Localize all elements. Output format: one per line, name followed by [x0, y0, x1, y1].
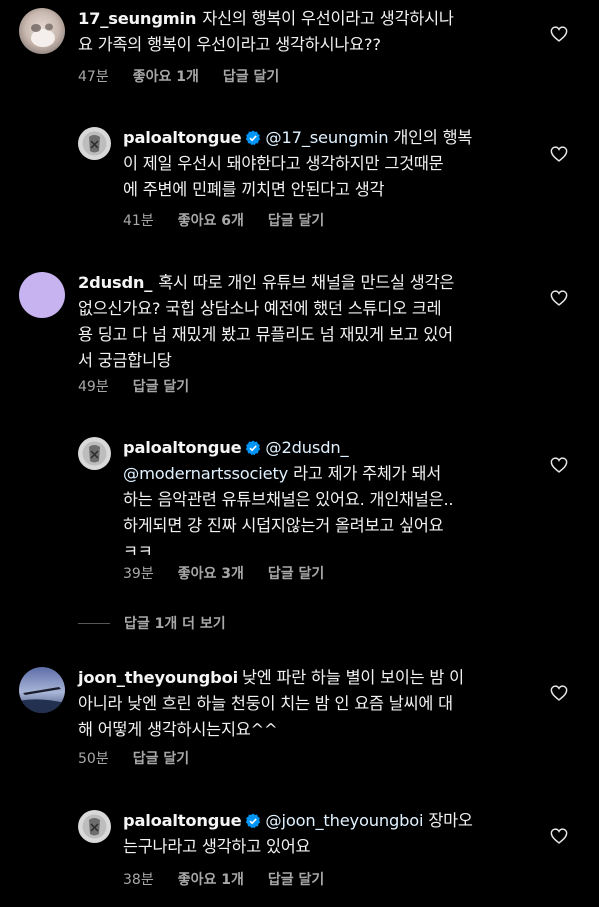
comment-meta: 50분 답글 달기 — [78, 748, 213, 768]
comment-body: 요 가족의 행복이 우선이라고 생각하시나요?? — [78, 35, 381, 54]
username[interactable]: paloaltongue — [123, 811, 242, 830]
comment-body: 이 제일 우선시 돼야한다고 생각하지만 그것때문 — [123, 154, 444, 173]
comment-body: ㅋㅋ — [123, 542, 153, 561]
comment-meta: 39분 좋아요 3개 답글 달기 — [123, 563, 348, 583]
likes-count[interactable]: 좋아요 1개 — [178, 872, 244, 888]
username[interactable]: joon_theyoungboi — [78, 668, 238, 687]
view-more-replies-button[interactable]: 답글 1개 더 보기 — [78, 612, 226, 634]
comment-meta: 41분 좋아요 6개 답글 달기 — [123, 210, 348, 230]
verified-badge-icon — [246, 813, 261, 829]
mention-link[interactable]: @joon_theyoungboi — [265, 811, 423, 830]
timestamp: 41분 — [123, 213, 154, 229]
verified-badge-icon — [246, 130, 261, 146]
username[interactable]: 2dusdn_ — [78, 273, 152, 292]
timestamp: 38분 — [123, 872, 154, 888]
divider — [78, 622, 110, 624]
comment-meta: 47분 좋아요 1개 답글 달기 — [78, 66, 303, 86]
likes-count[interactable]: 좋아요 6개 — [178, 213, 244, 229]
mention-link[interactable]: @17_seungmin — [265, 128, 388, 147]
avatar[interactable] — [19, 667, 65, 713]
comment-body: 없으신가요? 국힙 상담소나 예전에 했던 스튜디오 크레 — [78, 299, 442, 318]
comment-body: 는구나라고 생각하고 있어요 — [123, 837, 311, 856]
more-replies-label: 답글 1개 더 보기 — [124, 616, 226, 632]
comment-body: 장마오 — [428, 811, 473, 830]
comment-body: 해 어떻게 생각하시는지요^^ — [78, 720, 278, 739]
timestamp: 49분 — [78, 379, 109, 395]
verified-badge-icon — [246, 440, 261, 456]
heart-icon[interactable] — [550, 290, 568, 306]
reply-button[interactable]: 답글 달기 — [223, 69, 279, 85]
comment-text: joon_theyoungboi 낮엔 파란 하늘 별이 보이는 밤 이 아니라 … — [78, 665, 464, 743]
comment-body: 낮엔 파란 하늘 별이 보이는 밤 이 — [241, 668, 464, 687]
avatar[interactable] — [78, 437, 111, 470]
reply-button[interactable]: 답글 달기 — [133, 379, 189, 395]
heart-icon[interactable] — [550, 457, 568, 473]
comment-text: paloaltongue @17_seungmin 개인의 행복 이 제일 우선시… — [123, 125, 472, 203]
heart-icon[interactable] — [550, 146, 568, 162]
reply-button[interactable]: 답글 달기 — [268, 566, 324, 582]
comment-body: 용 딩고 다 넘 재밌게 봤고 뮤플리도 넘 재밌게 보고 있어 — [78, 325, 453, 344]
timestamp: 39분 — [123, 566, 154, 582]
username[interactable]: paloaltongue — [123, 128, 242, 147]
comment-body: 라고 제가 주체가 돼서 — [293, 464, 441, 483]
comment-body: 하는 음악관련 유튜브채널은 있어요. 개인채널은.. — [123, 490, 454, 509]
likes-count[interactable]: 좋아요 3개 — [178, 566, 244, 582]
reply-button[interactable]: 답글 달기 — [268, 213, 324, 229]
comment-text: 2dusdn_ 혹시 따로 개인 유튜브 채널을 만드실 생각은 없으신가요? 국… — [78, 270, 454, 374]
heart-icon[interactable] — [550, 26, 568, 42]
comment-body: 서 궁금합니당 — [78, 351, 172, 370]
avatar[interactable] — [78, 127, 111, 160]
avatar[interactable] — [78, 810, 111, 843]
heart-icon[interactable] — [550, 685, 568, 701]
mention-link[interactable]: @2dusdn_ — [265, 438, 348, 457]
username[interactable]: 17_seungmin — [78, 9, 197, 28]
reply-button[interactable]: 답글 달기 — [133, 751, 189, 767]
comment-text: paloaltongue @2dusdn_ @modernartssociety … — [123, 435, 454, 565]
comment-body: 아니라 낮엔 흐린 하늘 천둥이 치는 밤 인 요즘 날씨에 대 — [78, 694, 453, 713]
comment-text: 17_seungmin 자신의 행복이 우선이라고 생각하시나 요 가족의 행복이… — [78, 6, 454, 58]
comment-body: 하게되면 걍 진짜 시덥지않는거 올려보고 싶어요 — [123, 516, 444, 535]
comment-body: 개인의 행복 — [393, 128, 473, 147]
comment-text: paloaltongue @joon_theyoungboi 장마오 는구나라고 … — [123, 808, 473, 860]
avatar[interactable] — [19, 272, 65, 318]
comment-body: 에 주변에 민폐를 끼치면 안된다고 생각 — [123, 180, 385, 199]
username[interactable]: paloaltongue — [123, 438, 242, 457]
comment-meta: 38분 좋아요 1개 답글 달기 — [123, 869, 348, 889]
likes-count[interactable]: 좋아요 1개 — [133, 69, 199, 85]
mention-link[interactable]: @modernartssociety — [123, 464, 288, 483]
avatar[interactable] — [19, 8, 65, 54]
timestamp: 47분 — [78, 69, 109, 85]
comment-meta: 49분 답글 달기 — [78, 376, 213, 396]
comment-body: 혹시 따로 개인 유튜브 채널을 만드실 생각은 — [158, 273, 455, 292]
reply-button[interactable]: 답글 달기 — [268, 872, 324, 888]
comment-body: 자신의 행복이 우선이라고 생각하시나 — [202, 9, 454, 28]
heart-icon[interactable] — [550, 828, 568, 844]
timestamp: 50분 — [78, 751, 109, 767]
